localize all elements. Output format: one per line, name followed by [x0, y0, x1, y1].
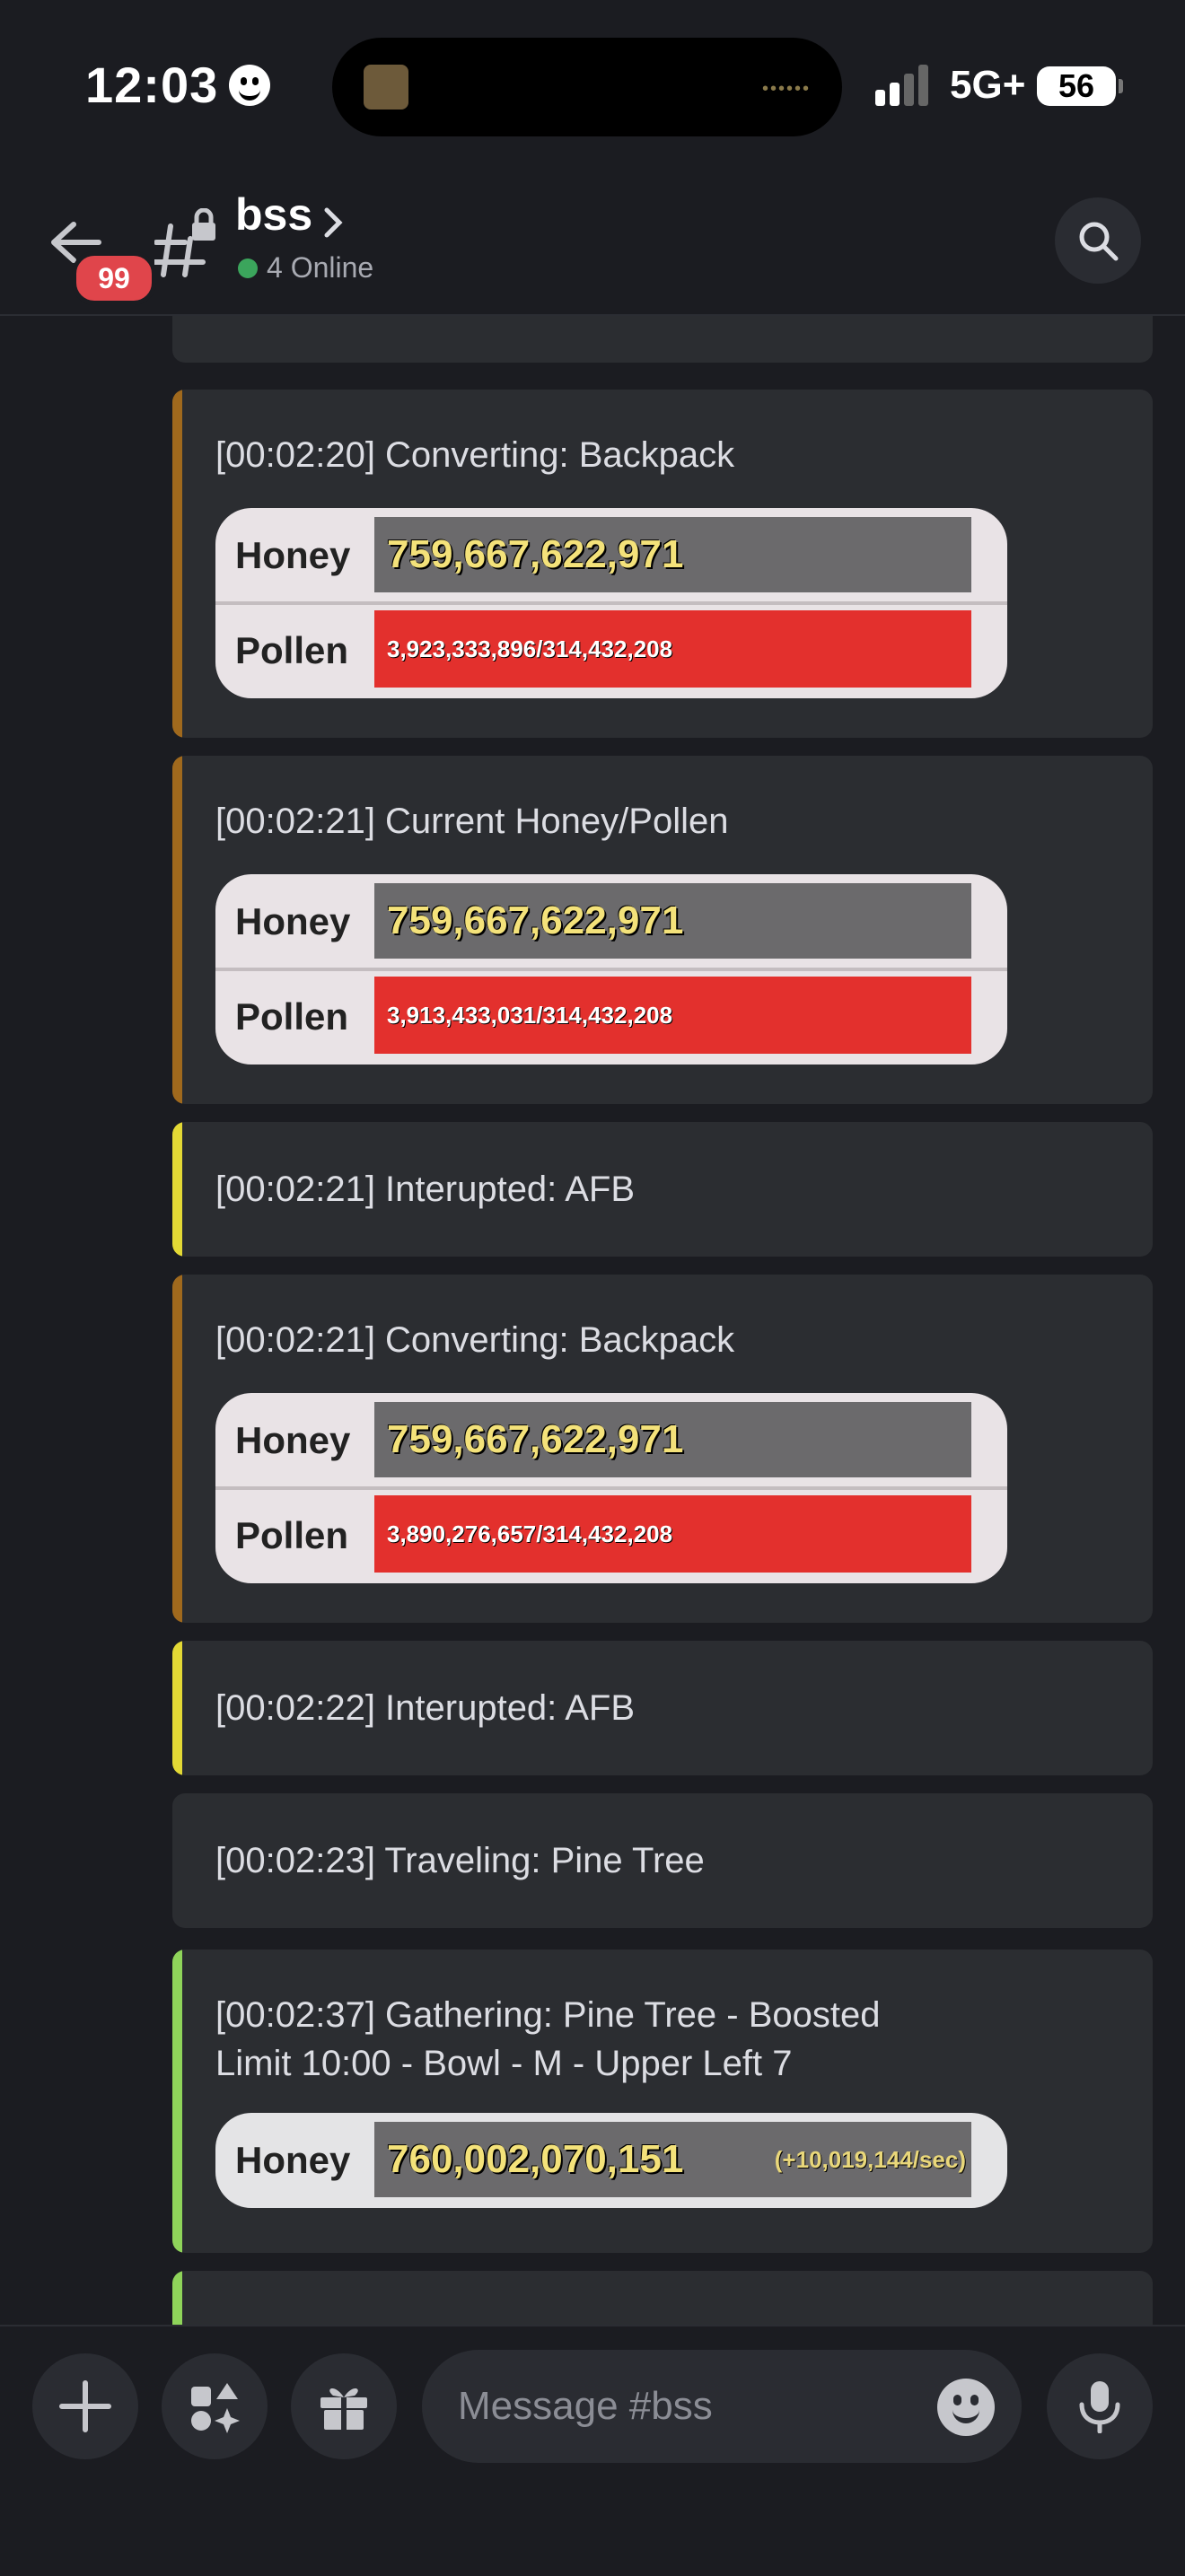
microphone-icon — [1079, 2381, 1120, 2433]
chevron-right-icon[interactable] — [320, 205, 347, 241]
message-accent-bar — [172, 390, 182, 738]
message-accent-bar — [172, 1275, 182, 1623]
message-composer: Message #bss — [0, 2325, 1185, 2576]
honey-value: 759,667,622,971 — [387, 898, 684, 942]
message-card: [00:02:21] Interupted: AFB — [172, 1122, 1153, 1257]
pollen-label: Pollen — [235, 1514, 349, 1556]
message-input[interactable]: Message #bss — [422, 2350, 1022, 2463]
message-accent-bar — [172, 2271, 182, 2325]
pollen-value: 3,890,276,657/314,432,208 — [387, 1520, 673, 1547]
message-accent-bar — [172, 1641, 182, 1775]
voice-message-button[interactable] — [1047, 2353, 1153, 2459]
gift-icon — [320, 2388, 367, 2431]
message-card: [00:02:23] Traveling: Pine Tree — [172, 1793, 1153, 1928]
honey-value: 759,667,622,971 — [387, 1417, 684, 1461]
add-attachment-button[interactable] — [32, 2353, 138, 2459]
honey-label: Honey — [235, 534, 351, 576]
message-text: [00:02:21] Converting: Backpack — [215, 1320, 735, 1360]
locked-channel-icon — [152, 207, 226, 280]
message-card: [00:02:37] Gathering: Pine Tree - Booste… — [172, 1950, 1153, 2253]
message-text: [00:02:37] Gathering: Pine Tree - Booste… — [215, 1995, 881, 2083]
now-playing-thumbnail — [364, 65, 408, 110]
honey-pollen-card: Honey 759,667,622,971 Pollen 3,923,333,8… — [215, 508, 1007, 698]
message-accent-bar — [172, 1950, 182, 2253]
message-accent-bar — [172, 1122, 182, 1257]
status-bar: 12:03 •••••• 5G+ 56 — [0, 0, 1185, 171]
message-card: [00:02:20] Converting: Backpack Honey 75… — [172, 390, 1153, 738]
activity-dots-icon: •••••• — [761, 79, 811, 99]
apps-button[interactable] — [162, 2353, 268, 2459]
message-accent-bar — [172, 756, 182, 1104]
emoji-icon[interactable] — [937, 2379, 995, 2436]
apps-icon — [191, 2383, 240, 2433]
search-icon — [1079, 222, 1119, 261]
dynamic-island: •••••• — [332, 38, 842, 136]
message-card: [00:02:21] Current Honey/Pollen Honey 75… — [172, 756, 1153, 1104]
message-card: [00:02:21] Converting: Backpack Honey 75… — [172, 1275, 1153, 1623]
online-status-dot — [238, 258, 258, 278]
message-text: [00:02:21] Current Honey/Pollen — [215, 802, 729, 841]
message-text: [00:02:21] Interupted: AFB — [215, 1170, 635, 1209]
online-count: 4 Online — [267, 251, 374, 284]
message-text: [00:02:22] Interupted: AFB — [215, 1688, 635, 1728]
message-card: [00:02:22] Interupted: AFB — [172, 1641, 1153, 1775]
pollen-label: Pollen — [235, 629, 349, 671]
channel-header: 99 bss 4 Online — [0, 171, 1185, 316]
battery-icon: 56 — [1037, 66, 1123, 106]
search-button[interactable] — [1055, 197, 1141, 284]
message-feed[interactable]: [00:02:20] Converting: Backpack Honey 75… — [0, 316, 1185, 2325]
message-input-placeholder: Message #bss — [458, 2384, 713, 2428]
honey-value: 760,002,070,151 — [387, 2137, 684, 2181]
honey-label: Honey — [235, 2139, 351, 2181]
message-card-partial — [172, 2271, 1153, 2325]
honey-pollen-card: Honey 759,667,622,971 Pollen 3,913,433,0… — [215, 874, 1007, 1065]
message-text: [00:02:23] Traveling: Pine Tree — [215, 1841, 705, 1880]
plus-icon — [59, 2380, 111, 2432]
pollen-label: Pollen — [235, 995, 349, 1038]
pollen-value: 3,913,433,031/314,432,208 — [387, 1002, 673, 1029]
message-card-partial — [172, 316, 1153, 363]
smiley-status-icon — [229, 65, 270, 106]
honey-pollen-card: Honey 759,667,622,971 Pollen 3,890,276,6… — [215, 1393, 1007, 1583]
network-type: 5G+ — [950, 63, 1026, 107]
cellular-signal-icon — [875, 65, 929, 106]
channel-name[interactable]: bss — [235, 188, 312, 241]
honey-card: Honey 760,002,070,151 (+10,019,144/sec) — [215, 2113, 1007, 2208]
pollen-value: 3,923,333,896/314,432,208 — [387, 635, 673, 662]
honey-rate: (+10,019,144/sec) — [774, 2146, 966, 2173]
honey-label: Honey — [235, 900, 351, 942]
honey-value: 759,667,622,971 — [387, 532, 684, 576]
message-text: [00:02:20] Converting: Backpack — [215, 435, 735, 475]
gift-button[interactable] — [291, 2353, 397, 2459]
honey-label: Honey — [235, 1419, 351, 1461]
unread-badge: 99 — [72, 251, 156, 305]
status-time: 12:03 — [85, 57, 219, 113]
